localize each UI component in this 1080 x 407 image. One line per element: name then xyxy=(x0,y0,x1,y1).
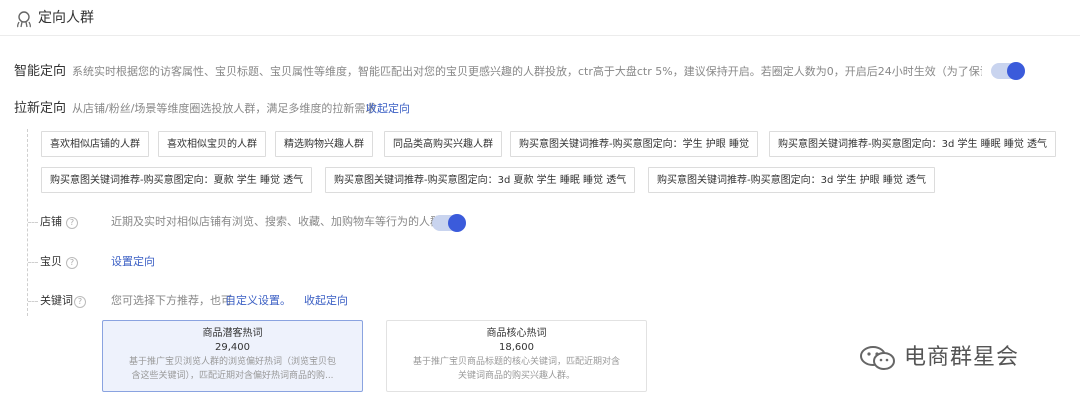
tree-branch xyxy=(28,262,38,263)
card-title: 商品潜客热词 xyxy=(202,328,263,339)
crowd-tag[interactable]: 同品类高购买兴趣人群 xyxy=(384,131,502,157)
section-title: 定向人群 xyxy=(38,10,94,26)
card-desc: 关键词商品的购买兴趣人群。 xyxy=(457,371,575,381)
card-count: 29,400 xyxy=(215,342,250,353)
help-icon[interactable]: ? xyxy=(66,257,78,269)
shop-label: 店铺 xyxy=(40,215,62,228)
smart-targeting-label: 智能定向 xyxy=(14,64,67,79)
card-title: 商品核心热词 xyxy=(486,328,547,339)
help-icon[interactable]: ? xyxy=(66,217,78,229)
toggle-knob xyxy=(1007,62,1025,80)
keyword-desc: 您可选择下方推荐，也可 xyxy=(111,294,232,307)
watermark-text: 电商群星会 xyxy=(904,345,1020,370)
header-divider xyxy=(0,35,1080,36)
wechat-icon xyxy=(860,346,895,370)
keyword-collapse-link[interactable]: 收起定向 xyxy=(304,293,348,309)
item-label: 宝贝 xyxy=(40,255,62,268)
set-targeting-link[interactable]: 设置定向 xyxy=(111,254,155,270)
acquisition-targeting-label: 拉新定向 xyxy=(14,101,67,116)
smart-targeting-toggle[interactable] xyxy=(991,62,1025,80)
crowd-tag[interactable]: 喜欢相似店铺的人群 xyxy=(41,131,149,157)
toggle-knob xyxy=(448,214,466,232)
crowd-tag[interactable]: 喜欢相似宝贝的人群 xyxy=(158,131,266,157)
collapse-targeting-link[interactable]: 收起定向 xyxy=(366,101,410,117)
crowd-tag[interactable]: 购买意图关键词推荐-购买意图定向：3d 学生 护眼 睡觉 透气 xyxy=(648,167,936,193)
keyword-label: 关键词 xyxy=(40,294,73,307)
crowd-tag[interactable]: 购买意图关键词推荐-购买意图定向：3d 学生 睡眠 睡觉 透气 xyxy=(769,131,1057,157)
custom-setting-link[interactable]: 自定义设置。 xyxy=(225,293,291,309)
people-icon xyxy=(17,11,31,28)
crowd-tag[interactable]: 精选购物兴趣人群 xyxy=(275,131,373,157)
crowd-tag[interactable]: 购买意图关键词推荐-购买意图定向：学生 护眼 睡觉 xyxy=(510,131,758,157)
smart-targeting-desc: 系统实时根据您的访客属性、宝贝标题、宝贝属性等维度，智能匹配出对您的宝贝更感兴趣… xyxy=(72,65,982,78)
keyword-card-core[interactable]: 商品核心热词 18,600 基于推广宝贝商品标题的核心关键词，匹配近期对含 关键… xyxy=(386,320,647,392)
card-desc: 基于推广宝贝商品标题的核心关键词，匹配近期对含 xyxy=(412,357,620,367)
crowd-tag[interactable]: 购买意图关键词推荐-购买意图定向：夏款 学生 睡觉 透气 xyxy=(41,167,313,193)
help-icon[interactable]: ? xyxy=(74,296,86,308)
card-desc: 含这些关键词），匹配近期对含偏好热词商品的购... xyxy=(131,371,334,381)
crowd-tag[interactable]: 购买意图关键词推荐-购买意图定向：3d 夏款 学生 睡眠 睡觉 透气 xyxy=(325,167,636,193)
card-count: 18,600 xyxy=(499,342,534,353)
card-desc: 基于推广宝贝浏览人群的浏览偏好热词（浏览宝贝包 xyxy=(128,357,336,367)
tree-branch xyxy=(28,222,38,223)
keyword-card-prospect[interactable]: 商品潜客热词 29,400 基于推广宝贝浏览人群的浏览偏好热词（浏览宝贝包 含这… xyxy=(102,320,363,392)
tree-branch xyxy=(28,301,38,302)
shop-desc: 近期及实时对相似店铺有浏览、搜索、收藏、加购物车等行为的人群 xyxy=(111,215,441,228)
acquisition-targeting-desc: 从店铺/粉丝/场景等维度圈选投放人群，满足多维度的拉新需求 xyxy=(72,102,377,115)
shop-toggle[interactable] xyxy=(432,214,466,232)
